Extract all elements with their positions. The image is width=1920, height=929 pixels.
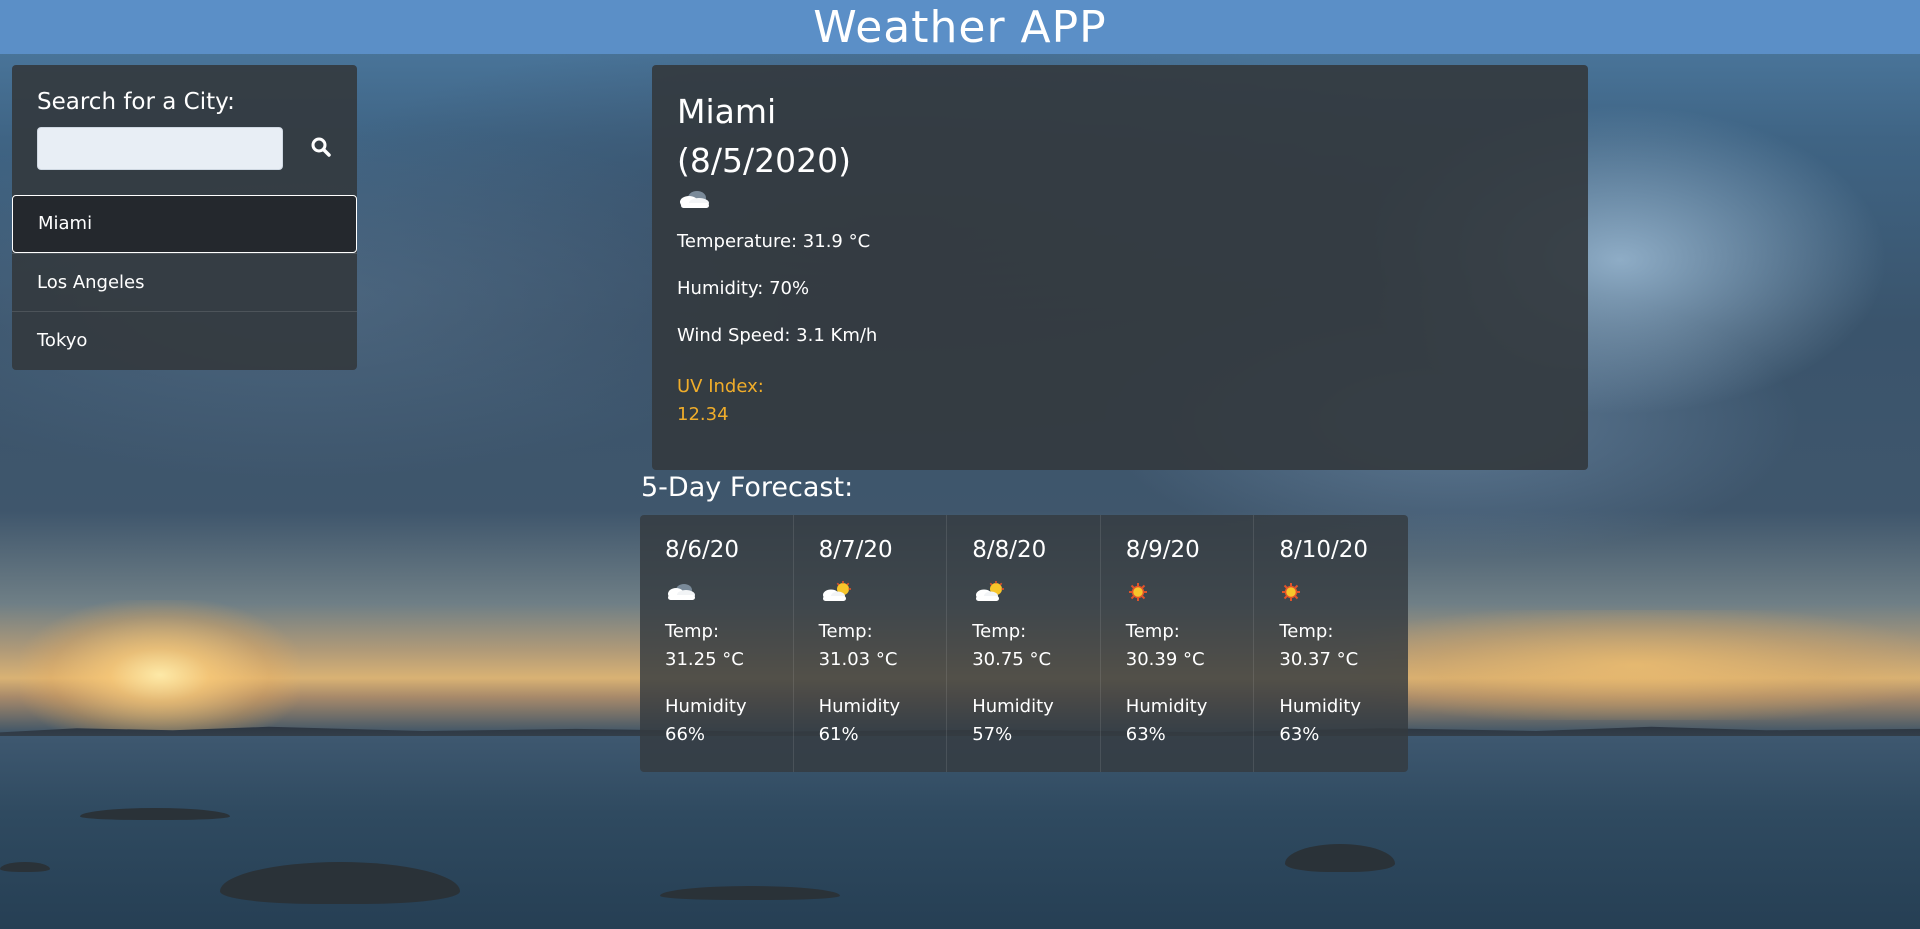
- forecast-humidity: 61%: [818, 724, 859, 745]
- forecast-temp-label: Temp:: [818, 621, 873, 642]
- forecast-temp-label: Temp:: [1279, 621, 1334, 642]
- sun-behind-cloud-icon: [819, 581, 853, 607]
- rock: [660, 886, 840, 900]
- forecast-temp: 30.37 °C: [1279, 649, 1359, 670]
- sun-behind-cloud-icon: [972, 581, 1006, 607]
- forecast-card: 8/9/20 Temp: 30.39 °C Humidity 63%: [1101, 515, 1255, 772]
- rock: [0, 862, 50, 872]
- search-icon: [310, 137, 332, 161]
- forecast-date: 8/10/20: [1279, 537, 1369, 563]
- forecast-humidity-label: Humidity: [665, 696, 747, 717]
- current-city-name: Miami: [677, 92, 777, 131]
- forecast-humidity: 66%: [665, 724, 706, 745]
- cloud-icon: [665, 581, 699, 607]
- city-item-label: Los Angeles: [37, 272, 145, 293]
- city-search-input[interactable]: [37, 127, 283, 170]
- cloud-icon: [677, 187, 713, 215]
- forecast-humidity-label: Humidity: [818, 696, 901, 717]
- city-item-los-angeles[interactable]: Los Angeles: [12, 253, 357, 311]
- app-title: Weather APP: [813, 2, 1107, 53]
- forecast-temp: 31.03 °C: [818, 649, 898, 670]
- forecast-humidity: 63%: [1125, 724, 1166, 745]
- forecast-card: 8/7/20 Temp: 31.03 °C Humidity 61%: [794, 515, 948, 772]
- uv-index: UV Index: 12.34: [677, 373, 764, 429]
- forecast-date: 8/7/20: [818, 537, 893, 563]
- current-temperature: Temperature: 31.9 °C: [677, 231, 871, 252]
- forecast-humidity-label: Humidity: [972, 696, 1054, 717]
- city-item-label: Miami: [38, 213, 93, 234]
- current-humidity: Humidity: 70%: [677, 278, 810, 299]
- forecast-temp: 30.39 °C: [1125, 649, 1205, 670]
- forecast-date: 8/6/20: [665, 537, 740, 563]
- forecast-humidity-label: Humidity: [1279, 696, 1361, 717]
- city-item-miami[interactable]: Miami: [12, 195, 357, 253]
- forecast-temp-label: Temp:: [972, 621, 1027, 642]
- forecast-card: 8/6/20 Temp: 31.25 °C Humidity 66%: [640, 515, 794, 772]
- forecast-temp: 30.75 °C: [972, 649, 1052, 670]
- sun-icon: [1279, 581, 1313, 607]
- forecast-card: 8/10/20 Temp: 30.37 °C Humidity 63%: [1254, 515, 1408, 772]
- forecast-humidity-label: Humidity: [1125, 696, 1208, 717]
- uv-index-label: UV Index:: [677, 376, 764, 397]
- forecast-date: 8/8/20: [972, 537, 1047, 563]
- search-label: Search for a City:: [37, 89, 235, 115]
- forecast-humidity: 63%: [1279, 724, 1320, 745]
- current-city-heading: Miami (8/5/2020): [677, 87, 851, 185]
- city-item-tokyo[interactable]: Tokyo: [12, 311, 357, 369]
- rock: [80, 808, 230, 820]
- forecast-heading: 5-Day Forecast:: [641, 472, 854, 503]
- forecast-temp-label: Temp:: [665, 621, 720, 642]
- city-item-label: Tokyo: [37, 330, 88, 351]
- search-panel: Search for a City: Miami Los Angeles Tok…: [12, 65, 357, 370]
- forecast-row: 8/6/20 Temp: 31.25 °C Humidity 66% 8/7/2…: [640, 515, 1408, 772]
- forecast-temp: 31.25 °C: [665, 649, 744, 670]
- uv-index-value: 12.34: [677, 404, 729, 425]
- forecast-date: 8/9/20: [1125, 537, 1200, 563]
- app-header: Weather APP: [0, 0, 1920, 54]
- forecast-card: 8/8/20 Temp: 30.75 °C Humidity 57%: [947, 515, 1101, 772]
- current-wind-speed: Wind Speed: 3.1 Km/h: [677, 325, 878, 346]
- forecast-temp-label: Temp:: [1125, 621, 1180, 642]
- sun-icon: [1126, 581, 1160, 607]
- forecast-humidity: 57%: [972, 724, 1013, 745]
- current-weather-panel: Miami (8/5/2020) Temperature: 31.9 °C Hu…: [652, 65, 1588, 470]
- sunset-glow-right: [1350, 610, 1920, 720]
- current-date: (8/5/2020): [677, 141, 851, 180]
- search-button[interactable]: [298, 127, 344, 170]
- search-history-list: Miami Los Angeles Tokyo: [12, 195, 357, 369]
